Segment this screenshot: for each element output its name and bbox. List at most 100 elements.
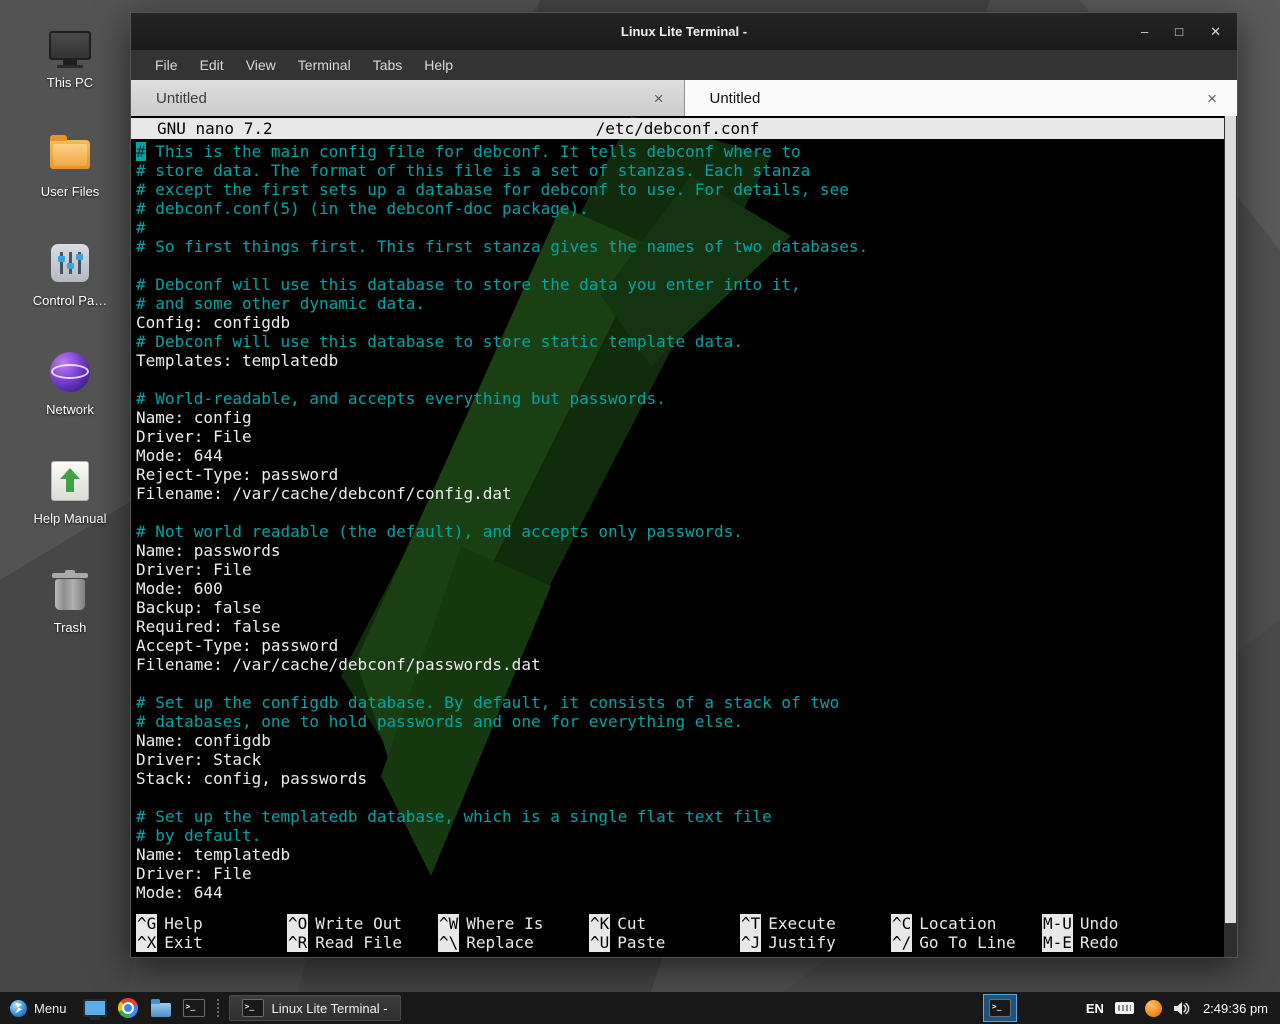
editor-line: # store data. The format of this file is… bbox=[136, 161, 1219, 180]
close-button[interactable]: ✕ bbox=[1210, 25, 1221, 38]
editor-line: Backup: false bbox=[136, 598, 1219, 617]
scrollbar-thumb[interactable] bbox=[1225, 116, 1236, 923]
editor-line: Driver: Stack bbox=[136, 750, 1219, 769]
editor-line bbox=[136, 503, 1219, 522]
tray-terminal-indicator[interactable] bbox=[983, 994, 1017, 1022]
taskbar-separator bbox=[217, 999, 219, 1017]
editor-line: Name: configdb bbox=[136, 731, 1219, 750]
desktop-icon-control-pa-[interactable]: Control Pa… bbox=[18, 240, 122, 308]
shortcut-label: Read File bbox=[315, 933, 402, 952]
terminal-scrollbar[interactable] bbox=[1224, 116, 1237, 957]
window-title: Linux Lite Terminal - bbox=[621, 24, 747, 39]
editor-line bbox=[136, 256, 1219, 275]
editor-line: Mode: 644 bbox=[136, 883, 1219, 902]
desktop-icon-label: Control Pa… bbox=[33, 293, 107, 308]
editor-line: Driver: File bbox=[136, 427, 1219, 446]
editor-line: Filename: /var/cache/debconf/config.dat bbox=[136, 484, 1219, 503]
nano-file-path: /etc/debconf.conf bbox=[131, 118, 1224, 139]
terminal-content[interactable]: GNU nano 7.2 /etc/debconf.conf # This is… bbox=[131, 116, 1237, 957]
desktop-icon-help-manual[interactable]: Help Manual bbox=[18, 458, 122, 526]
shortcut-label: Undo bbox=[1080, 914, 1119, 933]
shortcut-label: Write Out bbox=[315, 914, 402, 933]
shortcut-key: ^J bbox=[740, 933, 761, 952]
desktop-icon-user-files[interactable]: User Files bbox=[18, 131, 122, 199]
terminal-window: Linux Lite Terminal - – □ ✕ FileEditView… bbox=[130, 12, 1238, 958]
editor-line: # This is the main config file for debco… bbox=[136, 142, 1219, 161]
terminal-icon bbox=[242, 999, 264, 1017]
desktop-icon-this-pc[interactable]: This PC bbox=[18, 22, 122, 90]
shortcut-key: ^O bbox=[287, 914, 308, 933]
nano-shortcut: ^R Read File bbox=[287, 933, 438, 952]
shortcut-label: Justify bbox=[768, 933, 835, 952]
control-panel-icon bbox=[51, 244, 89, 282]
keyboard-icon[interactable] bbox=[1115, 1002, 1134, 1014]
menu-terminal[interactable]: Terminal bbox=[287, 54, 362, 76]
window-titlebar[interactable]: Linux Lite Terminal - – □ ✕ bbox=[131, 13, 1237, 50]
taskbar-window-button[interactable]: Linux Lite Terminal - bbox=[229, 995, 401, 1021]
chrome-icon bbox=[118, 998, 138, 1018]
nano-shortcut-bar: ^G Help^XExit^O Write Out ^R Read File ^WWher… bbox=[136, 914, 1219, 952]
quick-launchers bbox=[82, 995, 207, 1021]
shortcut-label: Location bbox=[919, 914, 996, 933]
shortcut-key: ^R bbox=[287, 933, 308, 952]
editor-line: # bbox=[136, 218, 1219, 237]
nano-shortcut: M-U Undo bbox=[1042, 914, 1193, 933]
help-manual-icon bbox=[51, 461, 89, 501]
shortcut-key: ^X bbox=[136, 933, 157, 952]
editor-line: Required: false bbox=[136, 617, 1219, 636]
shortcut-key: ^\ bbox=[438, 933, 459, 952]
tab-close-icon[interactable]: × bbox=[650, 88, 668, 109]
desktop-icon-label: User Files bbox=[41, 184, 100, 199]
terminal-icon bbox=[989, 999, 1011, 1017]
editor-line: Name: passwords bbox=[136, 541, 1219, 560]
terminal-tab-1[interactable]: Untitled× bbox=[131, 80, 685, 116]
terminal-tab-2[interactable]: Untitled× bbox=[685, 80, 1238, 116]
shortcut-key: M-U bbox=[1042, 914, 1073, 933]
shortcut-label: Replace bbox=[466, 933, 533, 952]
maximize-button[interactable]: □ bbox=[1175, 25, 1183, 38]
minimize-button[interactable]: – bbox=[1141, 25, 1148, 38]
desktop-icon-network[interactable]: Network bbox=[18, 349, 122, 417]
editor-line: # and some other dynamic data. bbox=[136, 294, 1219, 313]
chrome-icon-launcher[interactable] bbox=[115, 995, 141, 1021]
editor-line: # Not world readable (the default), and … bbox=[136, 522, 1219, 541]
taskbar: Menu Linux Lite Terminal - EN 2:49:36 pm bbox=[0, 992, 1280, 1024]
editor-line: # Set up the configdb database. By defau… bbox=[136, 693, 1219, 712]
menu-tabs[interactable]: Tabs bbox=[362, 54, 414, 76]
editor-line bbox=[136, 674, 1219, 693]
menu-logo-icon bbox=[10, 1000, 27, 1017]
menu-button-label: Menu bbox=[34, 1001, 67, 1016]
terminal-icon-launcher[interactable] bbox=[181, 995, 207, 1021]
nano-editor-text[interactable]: # This is the main config file for debco… bbox=[136, 142, 1219, 902]
editor-line: Name: config bbox=[136, 408, 1219, 427]
nano-titlebar: GNU nano 7.2 /etc/debconf.conf bbox=[131, 118, 1224, 139]
editor-line: Reject-Type: password bbox=[136, 465, 1219, 484]
nano-shortcut: ^XExit bbox=[136, 933, 287, 952]
editor-line: # So first things first. This first stan… bbox=[136, 237, 1219, 256]
tab-close-icon[interactable]: × bbox=[1203, 88, 1221, 109]
menu-button[interactable]: Menu bbox=[6, 995, 75, 1021]
shortcut-label: Help bbox=[164, 914, 203, 933]
network-icon bbox=[50, 352, 90, 392]
file-manager-icon-launcher[interactable] bbox=[148, 995, 174, 1021]
nano-shortcut: ^WWhere Is bbox=[438, 914, 589, 933]
menu-view[interactable]: View bbox=[235, 54, 287, 76]
nano-shortcut: ^\ Replace bbox=[438, 933, 589, 952]
clock[interactable]: 2:49:36 pm bbox=[1203, 1001, 1268, 1016]
editor-line: # Set up the templatedb database, which … bbox=[136, 807, 1219, 826]
menu-file[interactable]: File bbox=[144, 54, 189, 76]
shortcut-key: ^G bbox=[136, 914, 157, 933]
speaker-icon[interactable] bbox=[1173, 1001, 1190, 1016]
keyboard-layout-indicator[interactable]: EN bbox=[1086, 1001, 1104, 1016]
menu-edit[interactable]: Edit bbox=[189, 54, 235, 76]
nano-shortcut: ^TExecute bbox=[740, 914, 891, 933]
nano-shortcut: ^G Help bbox=[136, 914, 287, 933]
editor-line: Filename: /var/cache/debconf/passwords.d… bbox=[136, 655, 1219, 674]
updates-icon[interactable] bbox=[1145, 1000, 1162, 1017]
tab-label: Untitled bbox=[156, 90, 650, 107]
desktop-icon-trash[interactable]: Trash bbox=[18, 567, 122, 635]
menu-help[interactable]: Help bbox=[413, 54, 464, 76]
editor-line bbox=[136, 788, 1219, 807]
monitor-icon-launcher[interactable] bbox=[82, 995, 108, 1021]
shortcut-key: ^/ bbox=[891, 933, 912, 952]
